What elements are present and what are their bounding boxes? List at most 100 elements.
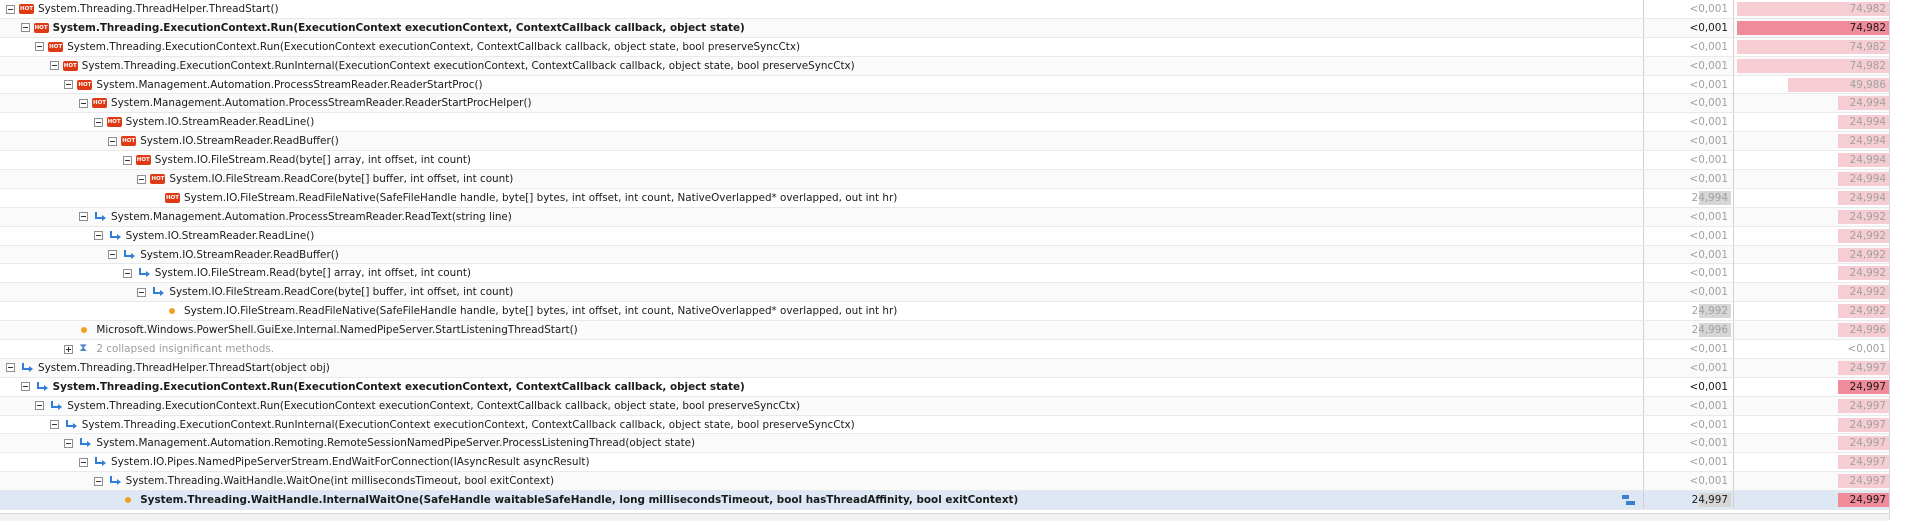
method-label: System.IO.FileStream.ReadFileNative(Safe… bbox=[184, 305, 898, 318]
total-time-value: 24,992 bbox=[1849, 305, 1886, 318]
method-cell[interactable]: System.IO.FileStream.ReadCore(byte[] buf… bbox=[0, 170, 1642, 188]
own-time-value: <0,001 bbox=[1689, 40, 1728, 53]
method-cell[interactable]: System.Management.Automation.ProcessStre… bbox=[0, 76, 1642, 94]
tree-row[interactable]: System.Threading.ExecutionContext.Run(Ex… bbox=[0, 377, 1918, 397]
tree-row[interactable]: System.Threading.WaitHandle.WaitOne(int … bbox=[0, 472, 1918, 492]
method-cell[interactable]: System.Management.Automation.ProcessStre… bbox=[0, 208, 1642, 226]
method-cell[interactable]: Microsoft.Windows.PowerShell.GuiExe.Inte… bbox=[0, 321, 1642, 339]
tree-row[interactable]: System.Threading.ExecutionContext.Run(Ex… bbox=[0, 396, 1918, 416]
collapse-toggle-icon[interactable] bbox=[49, 61, 59, 71]
tree-row[interactable]: System.IO.StreamReader.ReadBuffer() <0,00… bbox=[0, 245, 1918, 265]
collapse-toggle-icon[interactable] bbox=[122, 155, 132, 165]
method-cell[interactable]: System.IO.FileStream.Read(byte[] array, … bbox=[0, 264, 1642, 282]
method-cell[interactable]: System.IO.FileStream.ReadCore(byte[] buf… bbox=[0, 283, 1642, 301]
own-time-cell: <0,001 bbox=[1643, 245, 1731, 264]
total-time-value: 24,994 bbox=[1849, 97, 1886, 110]
method-cell[interactable]: System.IO.StreamReader.ReadBuffer() bbox=[0, 246, 1642, 264]
own-time-value: <0,001 bbox=[1689, 3, 1728, 15]
call-arrow-icon bbox=[121, 249, 136, 260]
collapse-toggle-icon[interactable] bbox=[108, 250, 118, 260]
method-cell[interactable]: System.Threading.ExecutionContext.Run(Ex… bbox=[0, 38, 1642, 56]
tree-row[interactable]: System.Threading.WaitHandle.InternalWait… bbox=[0, 491, 1918, 511]
tree-row[interactable]: System.IO.FileStream.ReadFileNative(Safe… bbox=[0, 188, 1918, 208]
method-cell[interactable]: System.Threading.WaitHandle.WaitOne(int … bbox=[0, 472, 1642, 490]
tree-row[interactable]: System.Threading.ThreadHelper.ThreadStar… bbox=[0, 358, 1918, 378]
total-time-cell: 24,997 bbox=[1733, 415, 1889, 434]
vertical-scrollbar[interactable] bbox=[1889, 0, 1918, 520]
own-time-cell: <0,001 bbox=[1643, 472, 1731, 491]
tree-row[interactable]: System.Management.Automation.ProcessStre… bbox=[0, 75, 1918, 95]
tree-row[interactable]: System.Management.Automation.ProcessStre… bbox=[0, 207, 1918, 227]
method-cell[interactable]: System.Threading.ExecutionContext.Run(Ex… bbox=[0, 378, 1642, 396]
total-time-cell: 24,994 bbox=[1733, 151, 1889, 170]
method-cell[interactable]: System.IO.StreamReader.ReadLine() bbox=[0, 113, 1642, 131]
collapse-toggle-icon[interactable] bbox=[64, 80, 74, 90]
method-cell[interactable]: System.Threading.ExecutionContext.Run(Ex… bbox=[0, 397, 1642, 415]
method-cell[interactable]: System.Threading.ThreadHelper.ThreadStar… bbox=[0, 359, 1642, 377]
collapse-toggle-icon[interactable] bbox=[20, 23, 30, 33]
tree-row[interactable]: System.Management.Automation.Remoting.Re… bbox=[0, 434, 1918, 454]
collapse-toggle-icon[interactable] bbox=[93, 117, 103, 127]
collapse-toggle-icon[interactable] bbox=[64, 438, 74, 448]
source-icon[interactable] bbox=[1622, 495, 1636, 506]
tree-row[interactable]: System.IO.FileStream.ReadFileNative(Safe… bbox=[0, 302, 1918, 322]
tree-row[interactable]: System.IO.StreamReader.ReadBuffer() <0,00… bbox=[0, 132, 1918, 152]
collapse-toggle-icon[interactable] bbox=[93, 476, 103, 486]
method-cell[interactable]: System.IO.FileStream.ReadFileNative(Safe… bbox=[0, 189, 1642, 207]
own-time-cell: <0,001 bbox=[1643, 132, 1731, 151]
method-cell[interactable]: System.IO.StreamReader.ReadBuffer() bbox=[0, 132, 1642, 150]
call-arrow-icon bbox=[150, 287, 165, 297]
collapse-toggle-icon[interactable] bbox=[137, 174, 147, 184]
tree-row[interactable]: System.IO.StreamReader.ReadLine() <0,001 2… bbox=[0, 113, 1918, 133]
method-cell[interactable]: System.Management.Automation.Remoting.Re… bbox=[0, 434, 1642, 452]
collapse-toggle-icon[interactable] bbox=[6, 4, 15, 14]
tree-row[interactable]: System.IO.FileStream.ReadCore(byte[] buf… bbox=[0, 283, 1918, 303]
total-time-value: 24,997 bbox=[1849, 399, 1886, 412]
method-cell[interactable]: System.Threading.ExecutionContext.Run(Ex… bbox=[0, 19, 1642, 37]
tree-row[interactable]: System.Threading.ExecutionContext.RunInt… bbox=[0, 415, 1918, 435]
tree-row[interactable]: System.IO.FileStream.ReadCore(byte[] buf… bbox=[0, 170, 1918, 189]
collapse-toggle-icon[interactable] bbox=[6, 363, 15, 373]
collapse-toggle-icon[interactable] bbox=[108, 136, 118, 146]
tree-row[interactable]: System.IO.StreamReader.ReadLine() <0,001 2… bbox=[0, 226, 1918, 246]
total-time-cell: 24,997 bbox=[1733, 491, 1889, 510]
collapse-toggle-icon[interactable] bbox=[79, 212, 88, 222]
collapse-toggle-icon[interactable] bbox=[79, 457, 88, 467]
method-cell[interactable]: System.IO.FileStream.Read(byte[] array, … bbox=[0, 151, 1642, 169]
collapse-toggle-icon[interactable] bbox=[79, 98, 88, 108]
total-time-value: 24,992 bbox=[1849, 248, 1886, 261]
tree-row[interactable]: System.Management.Automation.ProcessStre… bbox=[0, 94, 1918, 114]
collapse-toggle-icon[interactable] bbox=[20, 382, 30, 392]
tree-row[interactable]: System.IO.FileStream.Read(byte[] array, … bbox=[0, 264, 1918, 284]
collapse-toggle-icon[interactable] bbox=[93, 231, 103, 241]
tree-row[interactable]: System.Threading.ExecutionContext.Run(Ex… bbox=[0, 37, 1918, 57]
own-time-value: <0,001 bbox=[1689, 21, 1728, 34]
expand-toggle-icon[interactable] bbox=[64, 344, 74, 354]
method-cell[interactable]: System.Threading.ExecutionContext.RunInt… bbox=[0, 57, 1642, 75]
method-cell[interactable]: System.IO.Pipes.NamedPipeServerStream.En… bbox=[0, 453, 1642, 471]
collapse-toggle-icon[interactable] bbox=[35, 42, 45, 52]
tree-row[interactable]: System.IO.FileStream.Read(byte[] array, … bbox=[0, 151, 1918, 171]
tree-row[interactable]: System.Threading.ExecutionContext.RunInt… bbox=[0, 56, 1918, 76]
method-cell[interactable]: System.IO.StreamReader.ReadLine() bbox=[0, 227, 1642, 245]
method-cell[interactable]: System.Threading.ThreadHelper.ThreadStar… bbox=[0, 0, 1642, 18]
total-time-cell: 74,982 bbox=[1733, 56, 1889, 75]
own-time-cell: 24,992 bbox=[1643, 302, 1731, 321]
tree-row[interactable]: Microsoft.Windows.PowerShell.GuiExe.Inte… bbox=[0, 321, 1918, 341]
method-cell[interactable]: 2 collapsed insignificant methods. bbox=[0, 340, 1642, 358]
method-cell[interactable]: System.IO.FileStream.ReadFileNative(Safe… bbox=[0, 302, 1642, 320]
method-label: System.Management.Automation.ProcessStre… bbox=[96, 78, 483, 91]
tree-row[interactable]: System.Threading.ThreadHelper.ThreadStar… bbox=[0, 0, 1918, 19]
collapse-toggle-icon[interactable] bbox=[137, 287, 147, 297]
method-cell[interactable]: System.Management.Automation.ProcessStre… bbox=[0, 94, 1642, 112]
method-label: System.IO.StreamReader.ReadBuffer() bbox=[140, 135, 339, 148]
tree-row[interactable]: System.IO.Pipes.NamedPipeServerStream.En… bbox=[0, 453, 1918, 473]
toggle-spacer bbox=[108, 496, 117, 505]
tree-row[interactable]: 2 collapsed insignificant methods. <0,001… bbox=[0, 340, 1918, 359]
collapse-toggle-icon[interactable] bbox=[49, 420, 59, 430]
method-cell[interactable]: System.Threading.WaitHandle.InternalWait… bbox=[0, 491, 1642, 509]
method-cell[interactable]: System.Threading.ExecutionContext.RunInt… bbox=[0, 416, 1642, 434]
collapse-toggle-icon[interactable] bbox=[122, 268, 132, 278]
collapse-toggle-icon[interactable] bbox=[35, 401, 45, 411]
tree-row[interactable]: System.Threading.ExecutionContext.Run(Ex… bbox=[0, 18, 1918, 38]
